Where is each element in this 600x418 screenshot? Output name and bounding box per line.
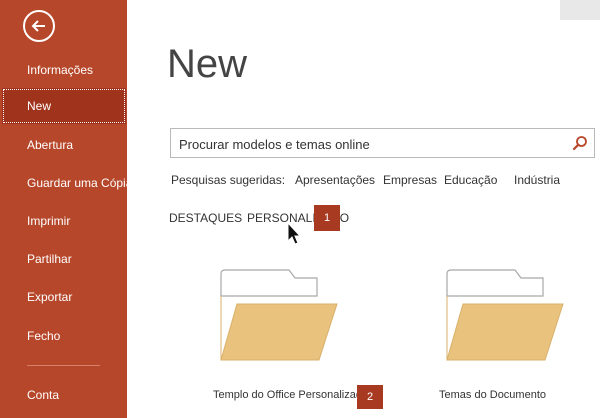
nav-item-fecho[interactable]: Fecho — [0, 318, 127, 354]
page-title: New — [167, 42, 248, 86]
back-button[interactable] — [23, 10, 55, 42]
nav-item-conta[interactable]: Conta — [0, 377, 127, 413]
suggested-link-educacao[interactable]: Educação — [444, 173, 497, 187]
nav-item-abertura[interactable]: Abertura — [0, 127, 127, 163]
folder-icon — [220, 269, 338, 361]
template-search-box[interactable] — [170, 128, 595, 158]
nav-divider — [27, 365, 100, 366]
nav-item-partilhar[interactable]: Partilhar — [0, 241, 127, 277]
nav-item-guardar-copia[interactable]: Guardar uma Cópia — [0, 165, 127, 201]
nav-item-exportar[interactable]: Exportar — [0, 279, 127, 315]
template-label-temas-documento: Temas do Documento — [439, 389, 546, 401]
nav-item-imprimir[interactable]: Imprimir — [0, 203, 127, 239]
template-label-office-personalizado: Templo do Office Personalizado — [213, 389, 369, 401]
callout-badge-2: 2 — [357, 385, 383, 409]
backstage-sidebar: Informações New Abertura Guardar uma Cóp… — [0, 0, 127, 418]
mouse-cursor-icon — [287, 222, 301, 245]
title-bar-strip — [560, 0, 600, 20]
back-arrow-icon — [31, 20, 45, 32]
suggested-searches-label: Pesquisas sugeridas: — [171, 173, 286, 187]
folder-icon — [446, 269, 564, 361]
template-card-office-personalizado[interactable] — [219, 268, 339, 367]
tab-destaques[interactable]: DESTAQUES — [169, 211, 242, 225]
new-panel: New Pesquisas sugeridas: Apresentações E… — [127, 0, 600, 418]
suggested-link-industria[interactable]: Indústria — [514, 173, 560, 187]
search-icon[interactable] — [572, 135, 588, 151]
template-card-temas-documento[interactable] — [445, 268, 565, 367]
suggested-link-apresentacoes[interactable]: Apresentações — [295, 173, 375, 187]
nav-item-new[interactable]: New — [2, 88, 126, 124]
callout-badge-1: 1 — [314, 205, 340, 231]
nav-item-informacoes[interactable]: Informações — [0, 52, 127, 88]
search-input[interactable] — [177, 133, 561, 155]
suggested-link-empresas[interactable]: Empresas — [383, 173, 437, 187]
